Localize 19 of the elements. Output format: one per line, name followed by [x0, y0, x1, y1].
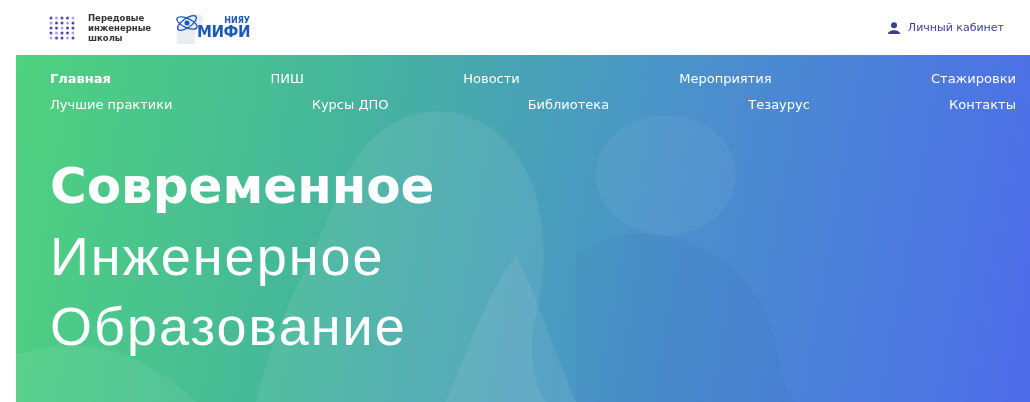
logo-caption: НИЯУ	[224, 16, 251, 25]
logo-name: МИФИ	[197, 25, 251, 39]
dots-logo-icon	[48, 14, 76, 41]
nav-link[interactable]: Тезаурус	[748, 96, 810, 112]
nav-link[interactable]: ПИШ	[270, 70, 304, 86]
hero-title-line: Образование	[50, 295, 408, 358]
brand-text: Передовые инженерные школы	[88, 12, 152, 43]
nav-link[interactable]: Библиотека	[527, 96, 610, 112]
nav-link[interactable]: Курсы ДПО	[311, 96, 389, 112]
user-icon	[887, 21, 900, 34]
account-link[interactable]: Личный кабинет	[887, 21, 1004, 34]
nav-link[interactable]: Главная	[50, 70, 111, 86]
hero-title-line: Современное	[50, 156, 436, 217]
nav-link[interactable]: Мероприятия	[679, 70, 772, 86]
nav-link[interactable]: Новости	[463, 70, 520, 86]
nav-link[interactable]: Лучшие практики	[50, 96, 173, 112]
nav-link[interactable]: Стажировки	[931, 70, 1016, 86]
hero-title-line: Инженерное	[50, 225, 386, 288]
nav-link[interactable]: Контакты	[949, 96, 1016, 112]
